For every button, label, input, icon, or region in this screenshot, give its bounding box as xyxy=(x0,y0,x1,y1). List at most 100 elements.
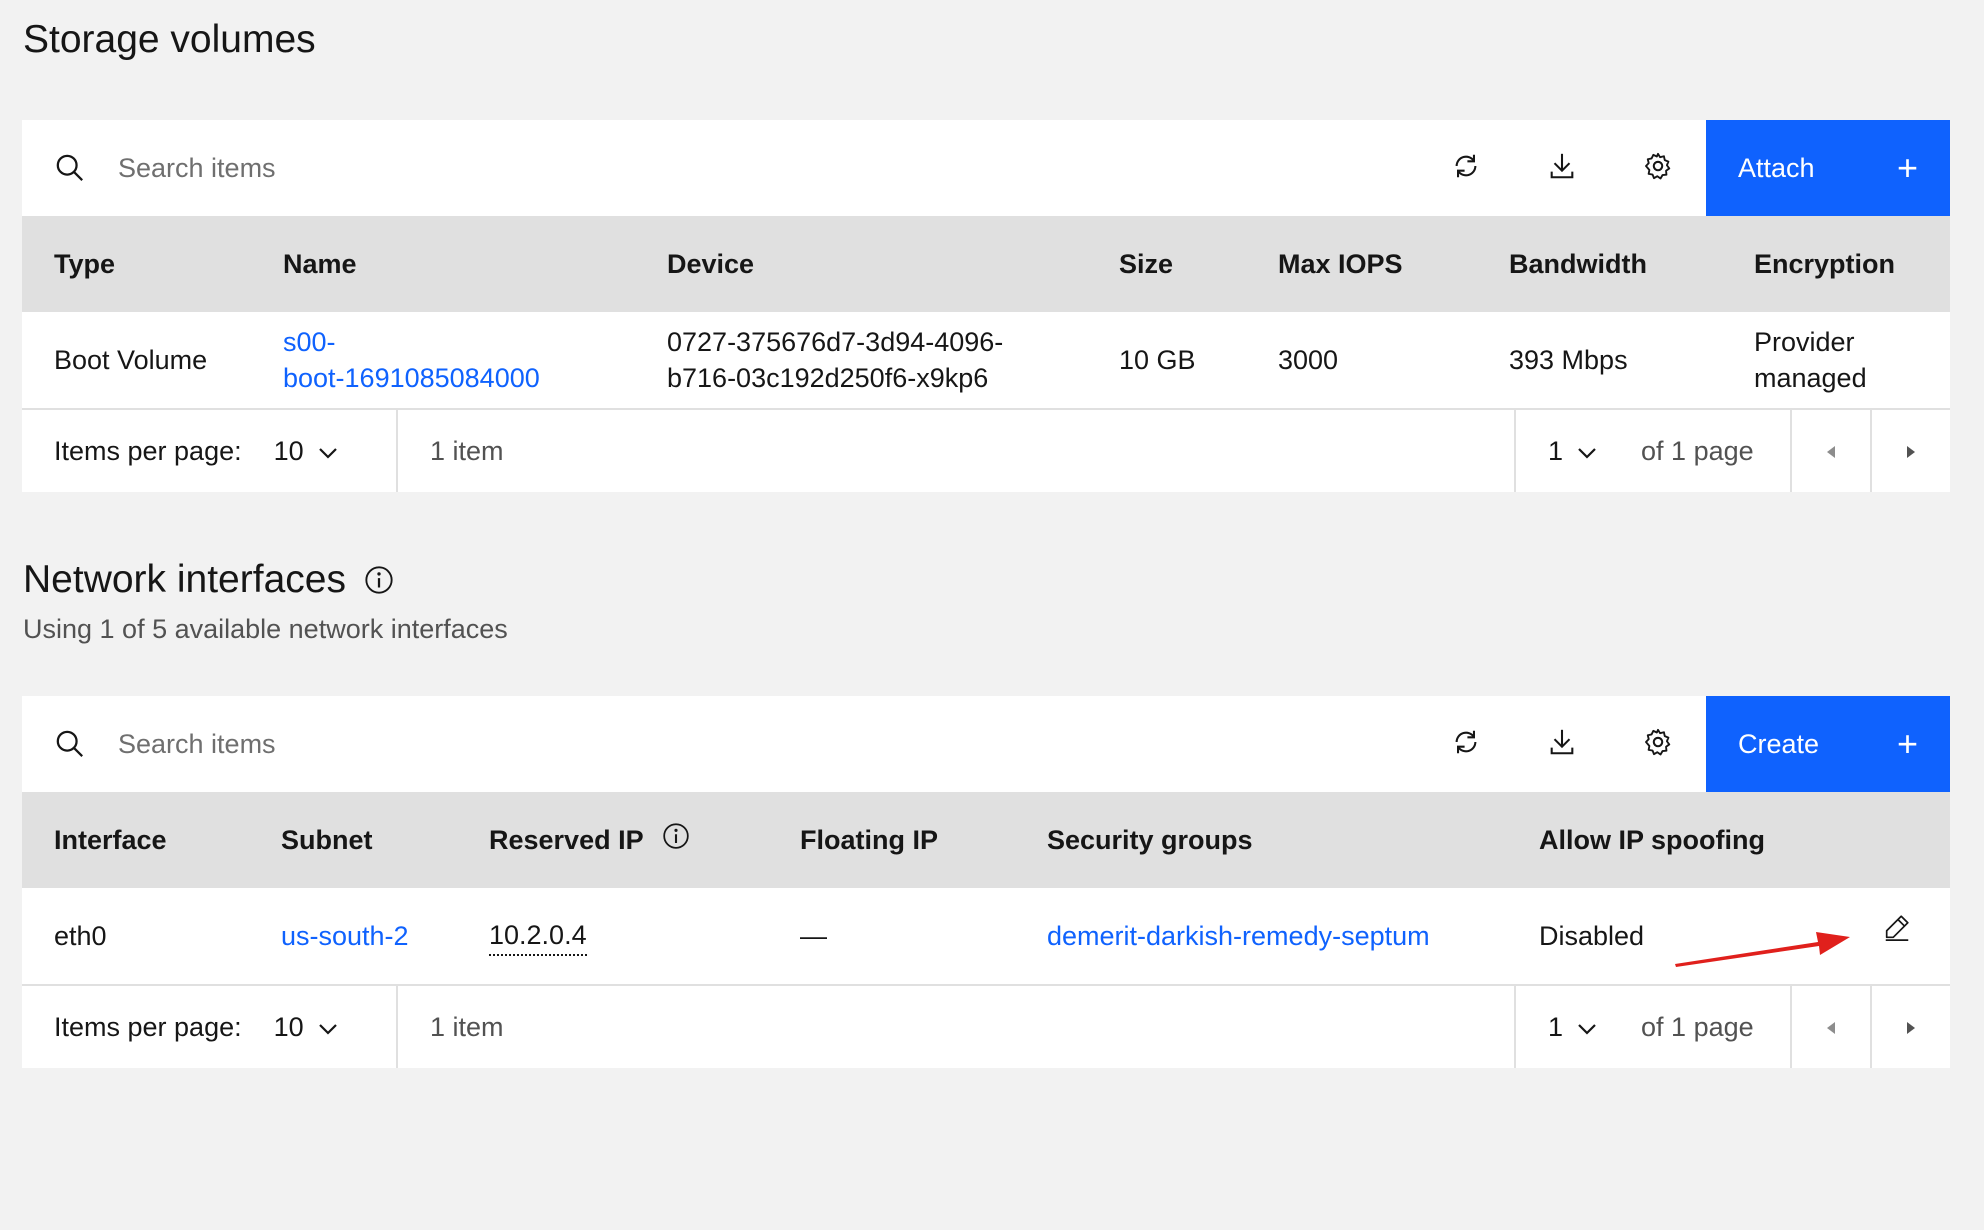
volume-name-line2[interactable]: boot-1691085084000 xyxy=(283,360,540,396)
cell-max-iops: 3000 xyxy=(1278,345,1339,375)
cell-bandwidth: 393 Mbps xyxy=(1509,345,1628,375)
security-group-link-label[interactable]: demerit-darkish-remedy-septum xyxy=(1047,918,1430,954)
edit-icon[interactable] xyxy=(1882,912,1912,951)
chevron-down-icon xyxy=(318,436,338,467)
storage-table-header: Type Name Device Size Max IOPS Bandwidth… xyxy=(22,216,1950,312)
volume-name-link[interactable]: s00- boot-1691085084000 xyxy=(251,324,635,396)
volume-name-line1[interactable]: s00- xyxy=(283,324,336,360)
column-header-encryption[interactable]: Encryption xyxy=(1722,246,1950,282)
device-line1: 0727-375676d7-3d94-4096- xyxy=(667,327,1004,357)
cell-size: 10 GB xyxy=(1119,345,1196,375)
network-search[interactable] xyxy=(22,696,1418,792)
chevron-down-icon xyxy=(318,1012,338,1043)
network-subtitle: Using 1 of 5 available network interface… xyxy=(23,614,508,644)
column-header-type[interactable]: Type xyxy=(22,246,251,282)
settings-icon xyxy=(1643,151,1673,186)
cell-type: Boot Volume xyxy=(54,345,208,375)
add-icon: + xyxy=(1896,147,1918,188)
cell-encryption: Provider managed xyxy=(1722,324,1950,396)
cell-floating-ip: — xyxy=(800,921,827,951)
column-header-allow-ip-spoofing[interactable]: Allow IP spoofing xyxy=(1507,822,1950,858)
encryption-line2: managed xyxy=(1754,363,1867,393)
column-header-name[interactable]: Name xyxy=(251,246,635,282)
create-button[interactable]: Create + xyxy=(1706,696,1950,792)
items-per-page-value: 10 xyxy=(273,1011,304,1042)
storage-pagination: Items per page: 10 1 item 1 of 1 page xyxy=(22,410,1950,492)
cell-reserved-ip[interactable]: 10.2.0.4 xyxy=(457,917,768,956)
attach-button[interactable]: Attach + xyxy=(1706,120,1950,216)
previous-page-button[interactable] xyxy=(1790,410,1870,492)
security-group-link[interactable]: demerit-darkish-remedy-septum xyxy=(1015,918,1507,954)
ip-spoofing-status: Disabled xyxy=(1539,921,1645,951)
info-icon[interactable] xyxy=(364,565,394,595)
storage-refresh-button[interactable] xyxy=(1418,120,1514,216)
subnet-link-label[interactable]: us-south-2 xyxy=(281,918,409,954)
subnet-link[interactable]: us-south-2 xyxy=(249,918,457,954)
column-header-device[interactable]: Device xyxy=(635,246,1087,282)
encryption-line1: Provider xyxy=(1754,327,1855,357)
download-icon xyxy=(1547,727,1577,762)
chevron-down-icon xyxy=(1577,436,1597,467)
caret-left-icon xyxy=(1825,1012,1837,1043)
items-per-page-select[interactable]: 10 xyxy=(274,436,338,467)
caret-left-icon xyxy=(1825,436,1837,467)
column-header-floating-ip[interactable]: Floating IP xyxy=(768,822,1015,858)
reserved-ip-value[interactable]: 10.2.0.4 xyxy=(489,917,587,956)
search-icon xyxy=(22,153,118,183)
network-search-input[interactable] xyxy=(118,696,1418,792)
column-header-subnet[interactable]: Subnet xyxy=(249,822,457,858)
storage-settings-button[interactable] xyxy=(1610,120,1706,216)
cell-device: 0727-375676d7-3d94-4096- b716-03c192d250… xyxy=(635,324,1087,396)
items-per-page-select[interactable]: 10 xyxy=(274,1012,338,1043)
column-header-interface[interactable]: Interface xyxy=(22,822,249,858)
download-icon xyxy=(1547,151,1577,186)
page-select[interactable]: 1 of 1 page xyxy=(1514,410,1790,492)
network-refresh-button[interactable] xyxy=(1418,696,1514,792)
storage-toolbar: Attach + xyxy=(22,120,1950,216)
cell-interface: eth0 xyxy=(54,921,107,951)
page-select[interactable]: 1 of 1 page xyxy=(1514,986,1790,1068)
previous-page-button[interactable] xyxy=(1790,986,1870,1068)
column-header-max-iops[interactable]: Max IOPS xyxy=(1246,246,1477,282)
network-title: Network interfaces xyxy=(23,558,346,601)
storage-section-title: Storage volumes xyxy=(23,18,316,62)
caret-right-icon xyxy=(1905,436,1917,467)
caret-right-icon xyxy=(1905,1012,1917,1043)
device-line2: b716-03c192d250f6-x9kp6 xyxy=(667,363,989,393)
search-icon xyxy=(22,729,118,759)
network-table-header: Interface Subnet Reserved IP Floating IP… xyxy=(22,792,1950,888)
cell-allow-ip-spoofing: Disabled xyxy=(1507,914,1950,954)
next-page-button[interactable] xyxy=(1870,410,1950,492)
network-download-button[interactable] xyxy=(1514,696,1610,792)
refresh-icon xyxy=(1451,151,1481,186)
column-header-size[interactable]: Size xyxy=(1087,246,1246,282)
items-per-page: Items per page: 10 xyxy=(22,410,398,492)
storage-search[interactable] xyxy=(22,120,1418,216)
storage-title: Storage volumes xyxy=(23,18,316,61)
table-row: eth0 us-south-2 10.2.0.4 — demerit-darki… xyxy=(22,888,1950,986)
reserved-ip-header-label: Reserved IP xyxy=(489,825,644,855)
network-section-title: Network interfaces xyxy=(23,558,394,602)
attach-button-label: Attach xyxy=(1738,152,1815,183)
chevron-down-icon xyxy=(1577,1012,1597,1043)
storage-download-button[interactable] xyxy=(1514,120,1610,216)
item-count: 1 item xyxy=(430,435,504,466)
items-per-page: Items per page: 10 xyxy=(22,986,398,1068)
add-icon: + xyxy=(1896,723,1918,764)
page-total: of 1 page xyxy=(1641,435,1754,466)
next-page-button[interactable] xyxy=(1870,986,1950,1068)
network-pagination: Items per page: 10 1 item 1 of 1 page xyxy=(22,986,1950,1068)
column-header-bandwidth[interactable]: Bandwidth xyxy=(1477,246,1722,282)
column-header-security-groups[interactable]: Security groups xyxy=(1015,822,1507,858)
column-header-reserved-ip[interactable]: Reserved IP xyxy=(457,822,768,859)
item-count: 1 item xyxy=(430,1011,504,1042)
info-icon[interactable] xyxy=(662,822,690,859)
network-toolbar: Create + xyxy=(22,696,1950,792)
table-row: Boot Volume s00- boot-1691085084000 0727… xyxy=(22,312,1950,410)
items-per-page-value: 10 xyxy=(273,435,304,466)
page-value: 1 xyxy=(1548,435,1564,466)
network-table: Create + Interface Subnet Reserved IP Fl… xyxy=(22,696,1950,1068)
network-settings-button[interactable] xyxy=(1610,696,1706,792)
storage-search-input[interactable] xyxy=(118,120,1418,216)
create-button-label: Create xyxy=(1738,728,1820,759)
